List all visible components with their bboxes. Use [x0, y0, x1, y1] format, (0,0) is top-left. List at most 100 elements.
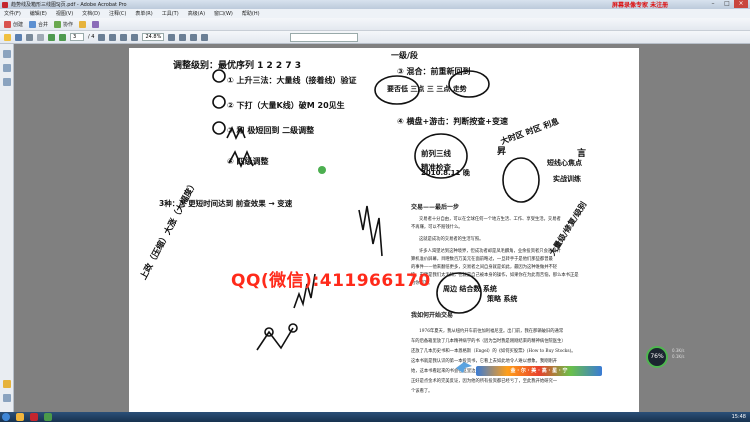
hand-lower-note: 周边 结合数 系统: [443, 285, 497, 293]
pdf-page: 调整级别：最优序列 1 2 2 7 3 ① 上升三法：大量线（接着线）验证 ② …: [129, 48, 639, 412]
pages-panel-icon[interactable]: [3, 50, 11, 58]
bird-logo-icon: [456, 362, 472, 373]
collaborate-label: 协作: [63, 21, 74, 28]
handwritten-scribble: [358, 205, 383, 257]
combine-icon: [29, 20, 37, 28]
open-folder-icon[interactable]: [4, 33, 11, 41]
title-bar: 趋势线及箱形三线图SJ页.pdf - Adobe Acrobat Pro 屏幕录…: [0, 0, 750, 9]
select-tool-icon[interactable]: [109, 33, 117, 41]
menu-tools[interactable]: 工具(T): [162, 10, 179, 17]
menu-comment[interactable]: 注释(C): [109, 10, 126, 17]
num-circle-2: [212, 95, 226, 109]
page-number-input[interactable]: 3: [70, 33, 84, 41]
acrobat-task-icon[interactable]: [30, 413, 38, 421]
hand-tr-line-3: ④ 横盘+游击：判断按查+变速: [397, 117, 508, 126]
net-speed-widget: 0.3K/s 0.1K/s: [672, 348, 684, 360]
zigzag-big: [228, 149, 254, 169]
page-total: / 4: [88, 34, 95, 40]
hand-tr-line-2: 要否低 三点 三 三点 走势: [387, 85, 467, 93]
num-circle-1: [212, 69, 226, 83]
collaborate-icon: [54, 20, 62, 28]
cpu-gauge[interactable]: 76%: [646, 346, 668, 368]
circle-center-2: [502, 157, 540, 203]
menu-bar: 文件(F) 编辑(E) 视图(V) 文档(D) 注释(C) 表单(R) 工具(T…: [0, 9, 750, 18]
menu-advanced[interactable]: 高级(A): [188, 10, 205, 17]
w-shape: [256, 327, 294, 351]
collaborate-button[interactable]: 协作: [54, 20, 74, 28]
menu-forms[interactable]: 表单(R): [135, 10, 152, 17]
hand-right-side-1: 短线心焦点: [547, 159, 582, 167]
zoom-input[interactable]: 24.8%: [142, 33, 165, 41]
sponsor-logo-banner: 金 · 尔 · 美 · 高 · 星 · 宁: [476, 366, 602, 376]
toolbar-navigation: 3 / 4 24.8%: [0, 31, 750, 44]
hand-box-1: 前列三线: [421, 149, 451, 158]
acrobat-icon: [2, 1, 8, 8]
menu-document[interactable]: 文档(D): [82, 10, 100, 17]
combine-button[interactable]: 合并: [29, 20, 49, 28]
zigzag-small: [226, 126, 246, 140]
hand-tool-icon[interactable]: [98, 33, 106, 41]
printed-para4-l7: 个该看了。: [411, 389, 433, 394]
app-window: 趋势线及箱形三线图SJ页.pdf - Adobe Acrobat Pro 屏幕录…: [0, 0, 750, 422]
num-circle-3: [212, 121, 226, 135]
zoom-out-icon[interactable]: [120, 33, 128, 41]
download-speed: 0.1K/s: [672, 354, 685, 359]
signatures-panel-icon[interactable]: [3, 78, 11, 86]
highlight-icon[interactable]: [201, 33, 209, 41]
menu-view[interactable]: 视图(V): [56, 10, 73, 17]
hand-tr-line-1: ③ 混合：前重新回到: [397, 67, 471, 76]
combine-label: 合并: [38, 21, 49, 28]
minimize-button[interactable]: –: [706, 0, 720, 8]
printed-para4-l2: 车的后备箱里放了几本精神病学的书（因为当时我是刚刚结束的精神病住院医生）: [411, 339, 566, 344]
hand-top-right-title: 一级/段: [391, 51, 418, 60]
prev-page-icon[interactable]: [48, 33, 55, 41]
navigation-panel: [0, 44, 14, 412]
document-view[interactable]: 调整级别：最优序列 1 2 2 7 3 ① 上升三法：大量线（接着线）验证 ② …: [14, 44, 750, 412]
email-icon[interactable]: [37, 33, 44, 41]
window-title: 趋势线及箱形三线图SJ页.pdf - Adobe Acrobat Pro: [11, 2, 127, 8]
fit-page-icon[interactable]: [168, 33, 176, 41]
cursor-dot: [318, 166, 326, 174]
printed-para1-l2: 不再赚，可以不赔钱什么。: [411, 225, 463, 230]
hand-right-side-2: 实战训练: [553, 175, 581, 183]
search-input[interactable]: [290, 33, 358, 42]
print-icon[interactable]: [26, 33, 33, 41]
fit-width-icon[interactable]: [179, 33, 187, 41]
next-page-icon[interactable]: [59, 33, 66, 41]
create-button[interactable]: 创建: [4, 20, 24, 28]
close-button[interactable]: ×: [734, 0, 748, 8]
hand-lower-note-2: 策略 系统: [487, 295, 518, 303]
printed-heading-2: 我如何开始交易: [411, 312, 454, 319]
printed-para4-l6: 正好是点金术的完美反证，因为他的所有投资都已经亏了，至此我开始研究一: [411, 379, 558, 384]
explorer-icon[interactable]: [16, 413, 24, 421]
recorder-task-icon[interactable]: [44, 413, 52, 421]
printed-para4-l1: 1976年夏天，我从纽约开车前往加利福尼亚。出门前，我在那辆破旧的通常: [419, 329, 564, 334]
lock-icon: [79, 20, 87, 28]
hand-sheng: 昇: [497, 147, 507, 157]
printed-heading: 交易——最后一步: [411, 204, 460, 211]
maximize-button[interactable]: □: [720, 0, 734, 8]
hand-box-2: 精准检查: [421, 163, 451, 172]
create-label: 创建: [13, 21, 24, 28]
zoom-in-icon[interactable]: [131, 33, 139, 41]
start-button-icon[interactable]: [2, 413, 10, 421]
create-pdf-icon: [4, 20, 11, 28]
bookmarks-panel-icon[interactable]: [3, 64, 11, 72]
secure-button[interactable]: [79, 20, 87, 28]
attachments-panel-icon[interactable]: [3, 394, 11, 402]
toolbar-tasks: 创建 合并 协作: [0, 18, 750, 31]
menu-help[interactable]: 帮助(H): [242, 10, 260, 17]
printed-para4-l3: 还放了几本历史书和一本恩格斯（Engel）的《如何买股票》(How to Buy…: [411, 349, 576, 354]
comment-icon[interactable]: [190, 33, 198, 41]
sign-button[interactable]: [92, 20, 100, 28]
menu-file[interactable]: 文件(F): [4, 10, 21, 17]
save-icon[interactable]: [15, 33, 22, 41]
printed-para3-l4: 快，安健是我们太无知，也就是自己被本身的操作，如果你在为此而苦恼，那么本书正是: [411, 273, 579, 278]
menu-window[interactable]: 窗口(W): [214, 10, 233, 17]
qq-contact-overlay: QQ(微信):411966170: [231, 271, 431, 291]
pen-icon: [92, 20, 100, 28]
taskbar: 15:48: [0, 412, 750, 422]
printed-para2: 这就是成功的交易者的生活写照。: [419, 237, 484, 242]
menu-edit[interactable]: 编辑(E): [30, 10, 47, 17]
comments-panel-icon[interactable]: [3, 380, 11, 388]
